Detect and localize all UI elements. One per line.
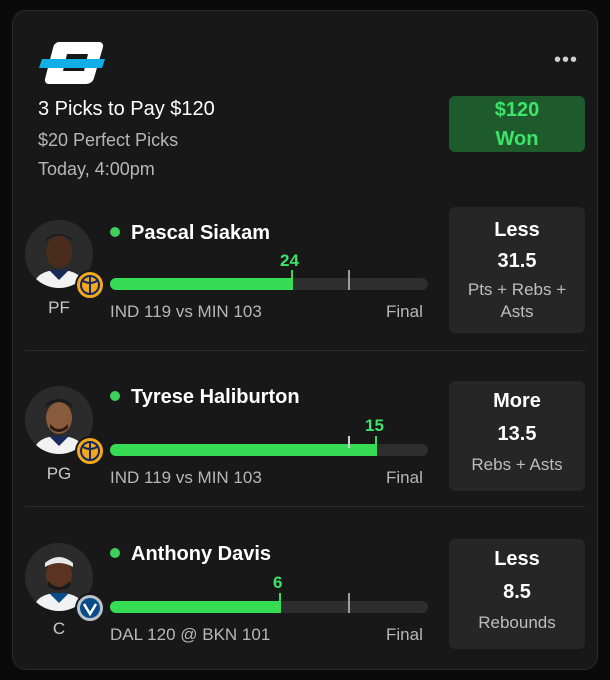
- line-marker: [348, 270, 350, 290]
- pick-line: 31.5: [497, 250, 537, 272]
- pick-stat-type: Rebounds: [478, 613, 556, 632]
- pick-direction: Less: [494, 548, 540, 570]
- status-dot-icon: [110, 226, 120, 237]
- pick-row[interactable]: PF Pascal Siakam 24 IND 119 vs MIN 103 F…: [25, 207, 585, 340]
- result-amount: $120: [494, 99, 540, 121]
- status-dot-icon: [110, 390, 120, 401]
- actual-stat-value: 15: [365, 416, 384, 435]
- player-position: C: [52, 619, 66, 638]
- actual-stat-value: 24: [280, 251, 299, 270]
- result-badge: $120 Won: [449, 96, 585, 152]
- progress-bar: [110, 444, 428, 456]
- player-name-row: Pascal Siakam: [110, 222, 270, 245]
- pick-line: 8.5: [503, 581, 531, 603]
- pick-projection-box: Less 31.5 Pts + Rebs + Asts: [449, 207, 585, 333]
- player-name-row: Anthony Davis: [110, 543, 271, 566]
- progress-bar: [110, 601, 428, 613]
- game-score: IND 119 vs MIN 103: [110, 468, 262, 487]
- pacers-logo-icon: [75, 436, 105, 466]
- player-position: PG: [46, 464, 72, 483]
- actual-stat-value: 6: [273, 573, 283, 592]
- row-divider: [25, 350, 585, 351]
- result-label: Won: [495, 128, 539, 150]
- entry-time: Today, 4:00pm: [38, 159, 155, 179]
- player-name: Tyrese Haliburton: [131, 386, 300, 408]
- progress-marker: [291, 270, 293, 290]
- pacers-logo-icon: [75, 270, 105, 300]
- entry-title: 3 Picks to Pay $120: [38, 98, 215, 120]
- line-marker: [348, 436, 350, 448]
- progress-fill: [110, 601, 280, 613]
- more-options-button[interactable]: •••: [554, 50, 578, 70]
- game-score: IND 119 vs MIN 103: [110, 302, 262, 321]
- game-status: Final: [386, 302, 423, 321]
- progress-fill: [110, 444, 376, 456]
- progress-bar: [110, 278, 428, 290]
- pick-projection-box: More 13.5 Rebs + Asts: [449, 381, 585, 491]
- pick-row[interactable]: PG Tyrese Haliburton 15 IND 119 vs MIN 1…: [25, 381, 585, 496]
- row-divider: [25, 506, 585, 507]
- game-status: Final: [386, 468, 423, 487]
- progress-fill: [110, 278, 292, 290]
- pick-stat-type: Pts + Rebs + Asts: [467, 280, 567, 321]
- pick-projection-box: Less 8.5 Rebounds: [449, 539, 585, 649]
- game-score: DAL 120 @ BKN 101: [110, 625, 271, 644]
- pick-stat-type: Rebs + Asts: [471, 455, 563, 474]
- line-marker: [348, 593, 350, 613]
- app-logo-icon: [39, 42, 105, 85]
- pick-line: 13.5: [497, 423, 537, 445]
- progress-marker: [375, 436, 377, 456]
- player-name: Pascal Siakam: [131, 222, 270, 244]
- pick-direction: More: [493, 390, 541, 412]
- progress-marker: [279, 593, 281, 613]
- entry-subtitle: $20 Perfect Picks: [38, 130, 179, 150]
- player-name: Anthony Davis: [131, 543, 272, 565]
- pick-direction: Less: [494, 219, 540, 241]
- pick-row[interactable]: C Anthony Davis 6 DAL 120 @ BKN 101 Fina…: [25, 539, 585, 653]
- status-dot-icon: [110, 547, 120, 558]
- player-position: PF: [48, 298, 70, 317]
- player-name-row: Tyrese Haliburton: [110, 386, 300, 409]
- game-status: Final: [386, 625, 423, 644]
